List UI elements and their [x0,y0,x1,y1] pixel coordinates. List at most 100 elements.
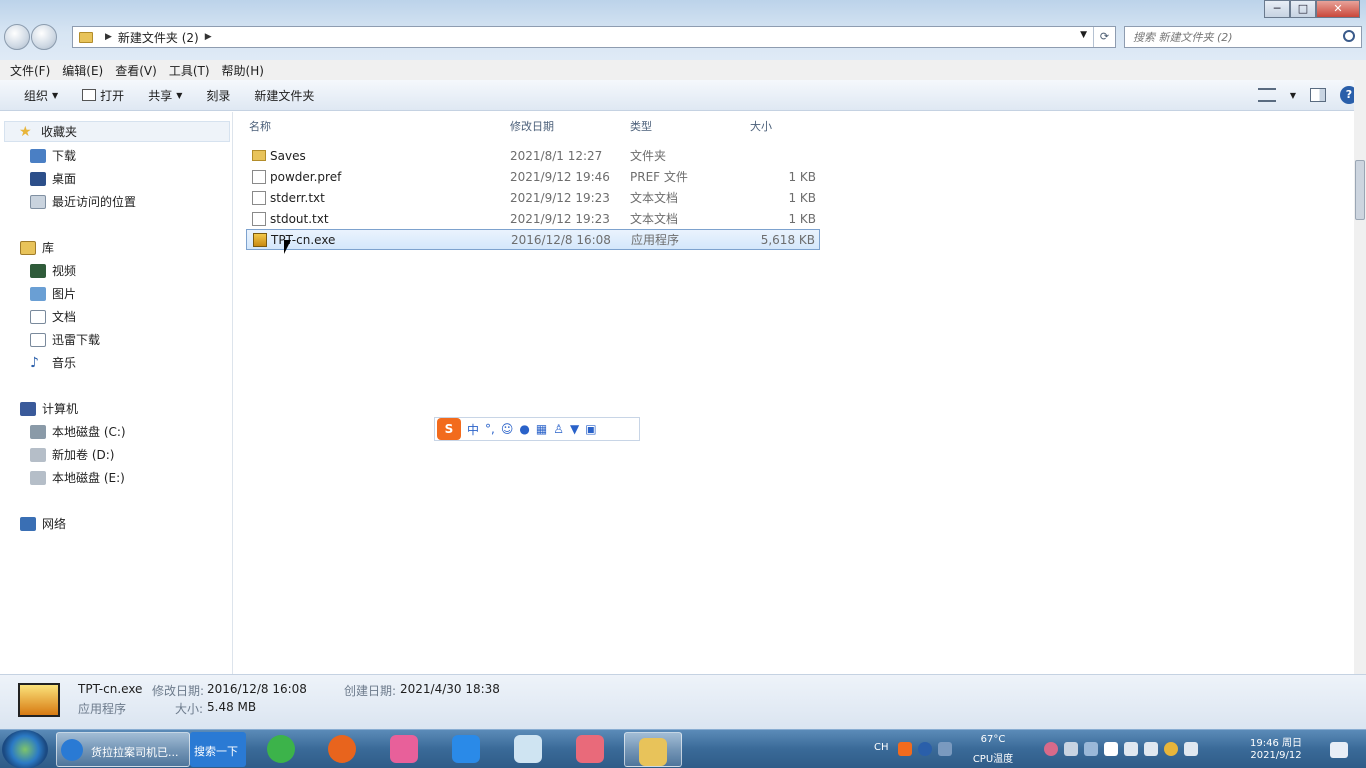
column-header-date[interactable]: 修改日期 [510,118,554,134]
sidebar-item-downloads[interactable]: 下载 [30,147,76,164]
column-header-size[interactable]: 大小 [750,118,772,134]
vertical-scrollbar[interactable] [1354,60,1366,674]
app-icon[interactable] [390,735,418,763]
forward-button[interactable] [31,24,57,50]
user-icon[interactable]: ♙ [553,422,564,436]
scrollbar-thumb[interactable] [1355,160,1365,220]
sidebar-item-pictures[interactable]: 图片 [30,285,76,302]
column-header-type[interactable]: 类型 [630,118,652,134]
sidebar-item-label: 最近访问的位置 [52,195,137,209]
address-bar[interactable]: ▶ 新建文件夹 (2) ▶ ▼ ⟳ [72,26,1116,48]
sogou-logo-icon[interactable]: S [437,418,461,440]
sidebar-item-network[interactable]: 网络 [20,515,66,532]
menu-edit[interactable]: 编辑(E) [56,62,109,79]
taskbar-item-browser[interactable]: 货拉拉案司机已... [56,732,190,767]
sidebar-item-thunder[interactable]: 迅雷下载 [30,331,100,348]
network-tray-icon[interactable] [1144,742,1158,756]
ime-mode-toggle[interactable]: 中 [467,421,479,438]
sogou-tray-icon[interactable] [898,742,912,756]
ie-icon [61,739,83,761]
start-button[interactable] [2,730,48,768]
sidebar-item-disk-e[interactable]: 本地磁盘 (E:) [30,469,125,486]
microphone-icon[interactable]: ● [519,422,529,436]
sidebar-item-music[interactable]: ♪ 音乐 [30,354,76,371]
clock-time[interactable]: 19:46 周日 [1236,734,1316,749]
view-options-icon[interactable] [1257,88,1276,102]
refresh-icon[interactable]: ⟳ [1093,27,1115,47]
toolbox-icon[interactable]: ▣ [585,422,596,436]
search-button[interactable]: 搜索一下 [190,732,246,767]
menu-file[interactable]: 文件(F) [4,62,56,79]
tray-icon[interactable] [938,742,952,756]
file-size: 1 KB [788,169,816,184]
skin-icon[interactable]: ▼ [570,422,579,436]
chevron-down-icon[interactable]: ▼ [1290,91,1296,100]
sidebar-item-desktop[interactable]: 桌面 [30,170,76,187]
chevron-right-icon[interactable]: ▶ [105,32,112,42]
sidebar-item-disk-d[interactable]: 新加卷 (D:) [30,446,114,463]
preview-pane-icon[interactable] [1310,88,1326,102]
drive-icon [30,470,46,485]
organize-button[interactable]: 组织 ▼ [12,87,70,104]
ime-toolbar[interactable]: S 中 °, ☺ ● ▦ ♙ ▼ ▣ [434,417,640,441]
burn-button[interactable]: 刻录 [194,87,242,104]
tray-icon[interactable] [1064,742,1078,756]
breadcrumb-folder[interactable]: 新建文件夹 (2) [118,29,199,46]
chevron-right-icon[interactable]: ▶ [205,32,212,42]
menu-tools[interactable]: 工具(T) [163,62,216,79]
drive-icon [30,447,46,462]
app-icon[interactable] [514,735,542,763]
cpu-temperature[interactable]: 67°C [968,734,1018,745]
sidebar-item-recent[interactable]: 最近访问的位置 [30,193,136,210]
taskbar-item-explorer[interactable] [624,732,682,767]
file-name: powder.pref [270,169,342,184]
show-hidden-icon[interactable] [1104,742,1118,756]
chevron-down-icon: ▼ [176,90,183,100]
close-button[interactable]: ✕ [1316,0,1360,18]
file-row-selected[interactable]: TPT-cn.exe 2016/12/8 16:08 应用程序 5,618 KB [246,229,820,250]
tray-icon[interactable] [1184,742,1198,756]
emoji-icon[interactable]: ☺ [501,422,514,436]
sidebar-item-favorites[interactable]: ★ 收藏夹 [4,121,230,142]
open-button[interactable]: 打开 [70,87,136,104]
sidebar-item-videos[interactable]: 视频 [30,262,76,279]
volume-icon[interactable] [1124,742,1138,756]
notification-icon[interactable] [1330,742,1348,758]
file-row[interactable]: Saves 2021/8/1 12:27 文件夹 [246,145,820,166]
video-player-icon[interactable] [452,735,480,763]
chevron-down-icon[interactable]: ▼ [1080,30,1087,40]
screenshot-tool-icon[interactable] [576,735,604,763]
menu-help[interactable]: 帮助(H) [216,62,270,79]
file-row[interactable]: stdout.txt 2021/9/12 19:23 文本文档 1 KB [246,208,820,229]
file-type: PREF 文件 [630,170,688,184]
window-controls: ─ □ ✕ [1264,0,1360,18]
search-box[interactable] [1124,26,1362,48]
tray-icon[interactable] [1084,742,1098,756]
clock-date[interactable]: 2021/9/12 [1236,750,1316,761]
keyboard-icon[interactable]: ▦ [536,422,547,436]
file-row[interactable]: powder.pref 2021/9/12 19:46 PREF 文件 1 KB [246,166,820,187]
sidebar-item-disk-c[interactable]: 本地磁盘 (C:) [30,423,126,440]
menu-view[interactable]: 查看(V) [109,62,163,79]
sidebar-item-libraries[interactable]: 库 [20,239,54,256]
search-input[interactable] [1133,30,1333,44]
help-tray-icon[interactable] [918,742,932,756]
360-browser-icon[interactable] [267,735,295,763]
firefox-icon[interactable] [328,735,356,763]
column-header-name[interactable]: 名称 [249,118,271,134]
new-folder-button[interactable]: 新建文件夹 [242,87,326,104]
sidebar-item-documents[interactable]: 文档 [30,308,76,325]
share-button[interactable]: 共享 ▼ [136,87,194,104]
minimize-button[interactable]: ─ [1264,0,1290,18]
tray-icon[interactable] [1044,742,1058,756]
chrome-tray-icon[interactable] [1164,742,1178,756]
language-indicator[interactable]: CH [874,742,889,753]
file-row[interactable]: stderr.txt 2021/9/12 19:23 文本文档 1 KB [246,187,820,208]
back-button[interactable] [4,24,30,50]
maximize-button[interactable]: □ [1290,0,1316,18]
file-type: 文本文档 [630,191,679,205]
ime-punct-toggle[interactable]: °, [485,422,495,436]
file-name: stderr.txt [270,190,325,205]
sidebar-item-computer[interactable]: 计算机 [20,400,78,417]
search-icon[interactable] [1343,30,1355,42]
